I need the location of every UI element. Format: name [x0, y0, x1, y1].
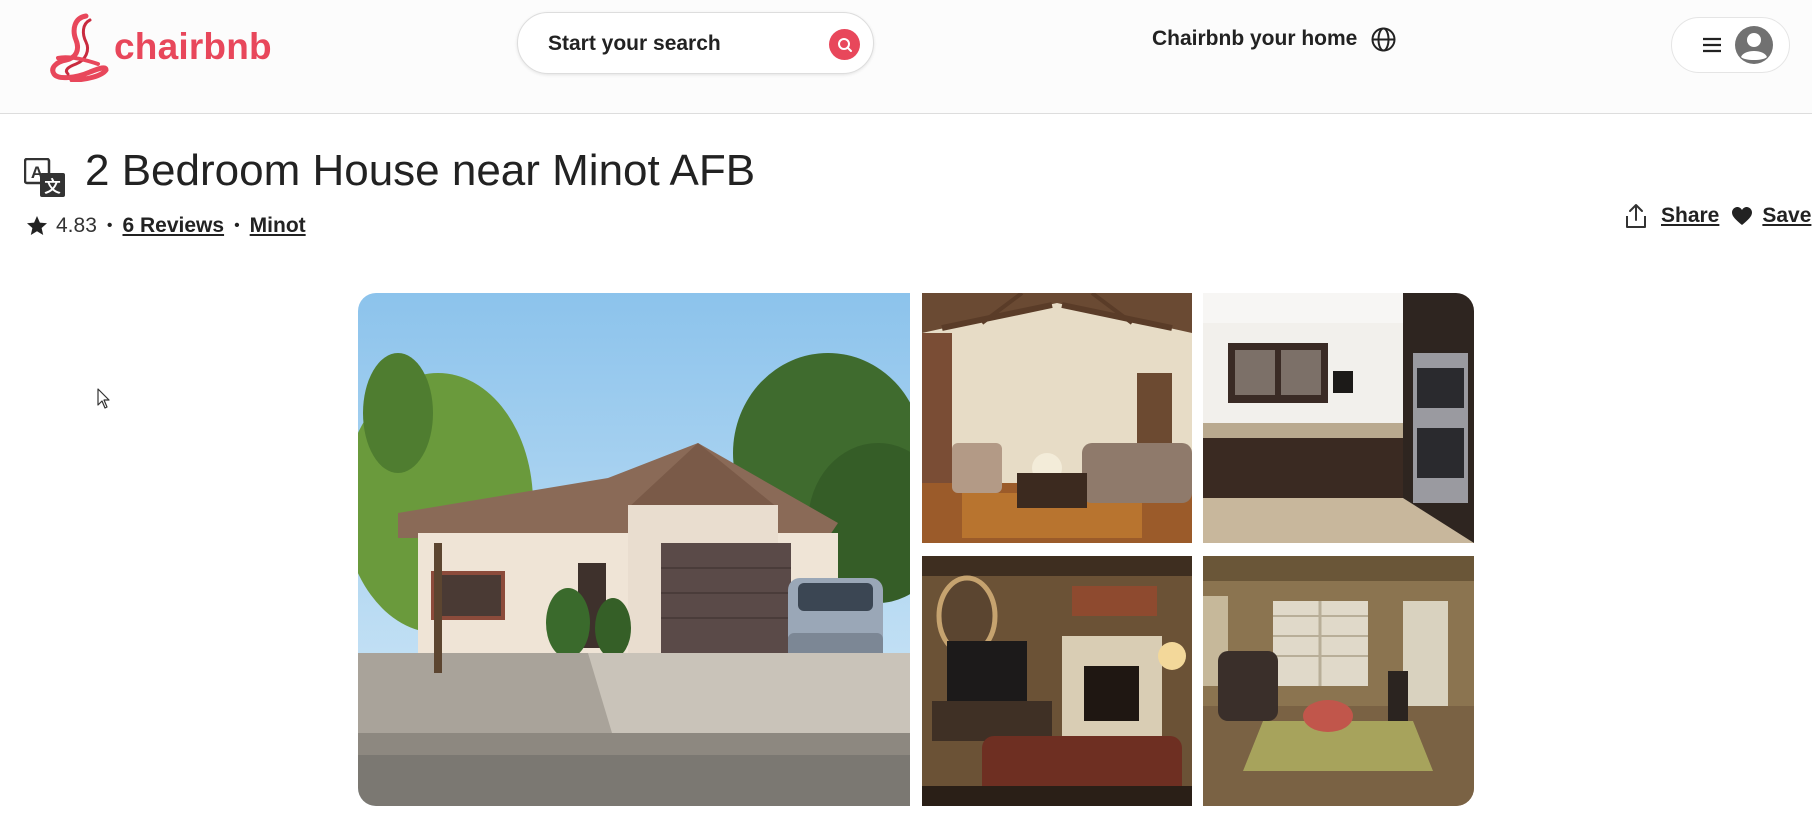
living-room-photo[interactable] — [922, 293, 1192, 543]
kitchen-photo[interactable] — [1203, 293, 1474, 543]
search-bar[interactable]: Start your search — [517, 12, 874, 74]
search-icon — [837, 37, 852, 52]
kitchen-image — [1203, 293, 1474, 543]
svg-text:文: 文 — [44, 177, 61, 196]
hamburger-menu-icon — [1703, 37, 1721, 53]
listing-meta: 4.83 • 6 Reviews • Minot — [25, 210, 306, 242]
translate-icon[interactable]: A 文 — [24, 158, 66, 198]
search-placeholder: Start your search — [548, 32, 721, 55]
chair-logo-icon — [50, 13, 109, 82]
photo-gallery — [358, 293, 1474, 806]
heart-icon[interactable] — [1731, 206, 1753, 226]
brand-name: chairbnb — [114, 26, 272, 67]
star-icon — [27, 216, 47, 235]
save-button[interactable]: Save — [1762, 204, 1811, 228]
listing-actions: Share Save — [1624, 201, 1811, 231]
house-exterior-photo[interactable] — [358, 293, 910, 806]
host-your-home-link[interactable]: Chairbnb your home — [1152, 27, 1357, 51]
family-room-image — [922, 556, 1192, 806]
rating-value: 4.83 — [56, 214, 97, 237]
globe-icon[interactable] — [1370, 26, 1397, 53]
separator-dot: • — [234, 217, 240, 234]
reviews-link[interactable]: 6 Reviews — [122, 214, 224, 238]
mouse-cursor-icon — [97, 388, 110, 409]
living-room-image — [922, 293, 1192, 543]
den-image — [1203, 556, 1474, 806]
share-button[interactable]: Share — [1661, 204, 1719, 228]
chairbnb-logo[interactable]: chairbnb — [46, 12, 272, 82]
location-link[interactable]: Minot — [250, 214, 306, 238]
listing-title: 2 Bedroom House near Minot AFB — [85, 146, 756, 195]
user-menu-button[interactable] — [1671, 17, 1790, 73]
top-nav-bar: chairbnb Start your search Chairbnb your… — [0, 0, 1812, 114]
den-photo[interactable] — [1203, 556, 1474, 806]
house-exterior-image — [358, 293, 910, 806]
user-avatar-icon — [1735, 26, 1773, 64]
share-icon[interactable] — [1624, 203, 1648, 229]
separator-dot: • — [106, 217, 113, 234]
search-button[interactable] — [829, 29, 860, 60]
family-room-fireplace-photo[interactable] — [922, 556, 1192, 806]
